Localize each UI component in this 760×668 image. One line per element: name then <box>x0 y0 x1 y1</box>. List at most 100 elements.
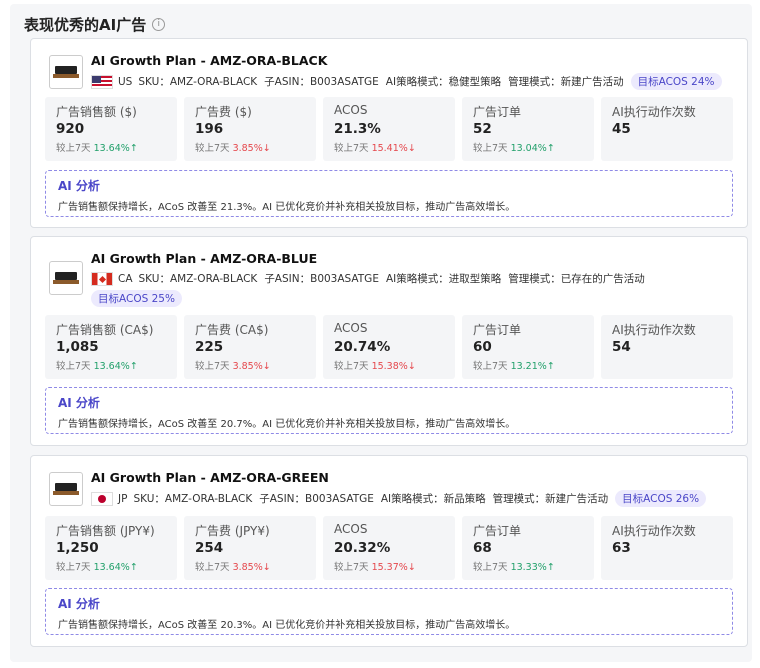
change-prefix: 较上7天 <box>195 361 230 372</box>
product-thumbnail[interactable] <box>49 261 83 295</box>
metrics-row: 广告销售额 (CA$) 1,085 较上7天 13.64%↑ 广告费 (CA$)… <box>45 315 733 379</box>
ai-analysis-box: AI 分析 广告销售额保持增长，ACoS 改善至 20.3%。AI 已优化竞价并… <box>45 588 733 635</box>
metric-label: 广告销售额 ($) <box>56 105 137 119</box>
metric-value: 52 <box>473 121 492 137</box>
change-value: 15.37% <box>371 562 408 573</box>
manage-mode-text: 管理模式：新建广告活动 <box>492 493 609 505</box>
arrow-down-icon: ↓ <box>262 143 271 154</box>
metric-acos: ACOS 21.3% 较上7天 15.41%↓ <box>323 97 455 161</box>
metric-value: 1,250 <box>56 540 99 556</box>
change-prefix: 较上7天 <box>334 562 369 573</box>
analysis-text: 广告销售额保持增长，ACoS 改善至 20.3%。AI 已优化竞价并补充相关投放… <box>58 620 516 631</box>
change-prefix: 较上7天 <box>334 361 369 372</box>
country-code: US <box>118 75 133 88</box>
metric-ai-actions: AI执行动作次数 45 <box>601 97 733 161</box>
metric-label: AI执行动作次数 <box>612 105 696 119</box>
arrow-up-icon: ↑ <box>546 143 555 154</box>
change-value: 15.38% <box>371 361 408 372</box>
metric-value: 254 <box>195 540 224 556</box>
arrow-up-icon: ↑ <box>129 562 138 573</box>
metric-acos: ACOS 20.74% 较上7天 15.38%↓ <box>323 315 455 379</box>
arrow-down-icon: ↓ <box>407 361 416 372</box>
metric-ai-actions: AI执行动作次数 63 <box>601 516 733 580</box>
metric-value: 20.32% <box>334 540 391 556</box>
target-acos-badge: 目标ACOS 24% <box>630 73 722 90</box>
metric-label: AI执行动作次数 <box>612 323 696 337</box>
manage-mode-text: 管理模式：新建广告活动 <box>508 76 624 88</box>
top-ads-panel: 表现优秀的AI广告 i AI Growth Plan - AMZ-ORA-BLA… <box>10 4 752 662</box>
asin-text: 子ASIN：B003ASATGE <box>264 273 379 285</box>
campaign-title[interactable]: AI Growth Plan - AMZ-ORA-BLACK <box>91 53 327 68</box>
metric-label: 广告费 (JPY¥) <box>195 524 270 538</box>
us-flag-icon <box>91 74 113 89</box>
analysis-title: AI 分析 <box>58 597 100 611</box>
metrics-row: 广告销售额 (JPY¥) 1,250 较上7天 13.64%↑ 广告费 (JPY… <box>45 516 733 580</box>
metric-ad-spend: 广告费 (JPY¥) 254 较上7天 3.85%↓ <box>184 516 316 580</box>
metric-label: 广告订单 <box>473 323 522 337</box>
change-prefix: 较上7天 <box>56 562 91 573</box>
sku-text: SKU：AMZ-ORA-BLACK <box>138 76 258 88</box>
section-title-text: 表现优秀的AI广告 <box>24 16 147 34</box>
change-prefix: 较上7天 <box>334 143 369 154</box>
change-value: 13.64% <box>93 361 130 372</box>
metric-value: 196 <box>195 121 224 137</box>
arrow-up-icon: ↑ <box>129 143 138 154</box>
ad-card: AI Growth Plan - AMZ-ORA-BLUE CA SKU：AMZ… <box>30 236 748 446</box>
metric-value: 60 <box>473 339 492 355</box>
product-thumbnail[interactable] <box>49 55 83 89</box>
change-value: 3.85% <box>232 143 263 154</box>
metric-label: 广告费 (CA$) <box>195 323 269 337</box>
campaign-meta: US SKU：AMZ-ORA-BLACK 子ASIN：B003ASATGE AI… <box>91 73 731 90</box>
change-prefix: 较上7天 <box>473 562 508 573</box>
target-acos-badge: 目标ACOS 25% <box>91 290 182 307</box>
change-prefix: 较上7天 <box>56 143 91 154</box>
asin-text: 子ASIN：B003ASATGE <box>259 493 374 505</box>
target-acos-badge: 目标ACOS 26% <box>615 490 707 507</box>
metric-ad-sales: 广告销售额 ($) 920 较上7天 13.64%↑ <box>45 97 177 161</box>
change-value: 3.85% <box>232 361 263 372</box>
metric-value: 63 <box>612 540 631 556</box>
change-prefix: 较上7天 <box>195 562 230 573</box>
analysis-text: 广告销售额保持增长，ACoS 改善至 20.7%。AI 已优化竞价并补充相关投放… <box>58 419 516 430</box>
campaign-title[interactable]: AI Growth Plan - AMZ-ORA-GREEN <box>91 470 329 485</box>
metric-ai-actions: AI执行动作次数 54 <box>601 315 733 379</box>
product-thumbnail[interactable] <box>49 472 83 506</box>
change-value: 3.85% <box>232 562 263 573</box>
metric-value: 1,085 <box>56 339 99 355</box>
analysis-title: AI 分析 <box>58 396 100 410</box>
change-prefix: 较上7天 <box>195 143 230 154</box>
section-title: 表现优秀的AI广告 i <box>24 14 166 35</box>
metric-label: 广告销售额 (JPY¥) <box>56 524 155 538</box>
ai-analysis-box: AI 分析 广告销售额保持增长，ACoS 改善至 21.3%。AI 已优化竞价并… <box>45 170 733 217</box>
metric-ad-spend: 广告费 (CA$) 225 较上7天 3.85%↓ <box>184 315 316 379</box>
arrow-down-icon: ↓ <box>262 562 271 573</box>
metric-label: ACOS <box>334 103 368 117</box>
change-value: 13.64% <box>93 562 130 573</box>
jp-flag-icon <box>91 491 113 506</box>
info-icon[interactable]: i <box>152 18 166 31</box>
analysis-title: AI 分析 <box>58 179 100 193</box>
campaign-meta: JP SKU：AMZ-ORA-BLACK 子ASIN：B003ASATGE AI… <box>91 490 731 507</box>
metrics-row: 广告销售额 ($) 920 较上7天 13.64%↑ 广告费 ($) 196 较… <box>45 97 733 161</box>
strategy-text: AI策略模式：稳健型策略 <box>385 76 502 88</box>
metric-label: ACOS <box>334 522 368 536</box>
metric-value: 21.3% <box>334 121 381 137</box>
change-value: 15.41% <box>371 143 408 154</box>
metric-value: 20.74% <box>334 339 391 355</box>
metric-label: AI执行动作次数 <box>612 524 696 538</box>
metric-value: 920 <box>56 121 85 137</box>
campaign-title[interactable]: AI Growth Plan - AMZ-ORA-BLUE <box>91 251 317 266</box>
arrow-up-icon: ↑ <box>546 562 555 573</box>
metric-ad-orders: 广告订单 60 较上7天 13.21%↑ <box>462 315 594 379</box>
change-prefix: 较上7天 <box>473 143 508 154</box>
metric-value: 54 <box>612 339 631 355</box>
metric-ad-orders: 广告订单 52 较上7天 13.04%↑ <box>462 97 594 161</box>
metric-ad-sales: 广告销售额 (JPY¥) 1,250 较上7天 13.64%↑ <box>45 516 177 580</box>
ad-card: AI Growth Plan - AMZ-ORA-BLACK US SKU：AM… <box>30 38 748 228</box>
metric-label: 广告订单 <box>473 105 522 119</box>
ai-analysis-box: AI 分析 广告销售额保持增长，ACoS 改善至 20.7%。AI 已优化竞价并… <box>45 387 733 434</box>
metric-acos: ACOS 20.32% 较上7天 15.37%↓ <box>323 516 455 580</box>
metric-label: 广告费 ($) <box>195 105 252 119</box>
metric-label: ACOS <box>334 321 368 335</box>
asin-text: 子ASIN：B003ASATGE <box>264 76 379 88</box>
